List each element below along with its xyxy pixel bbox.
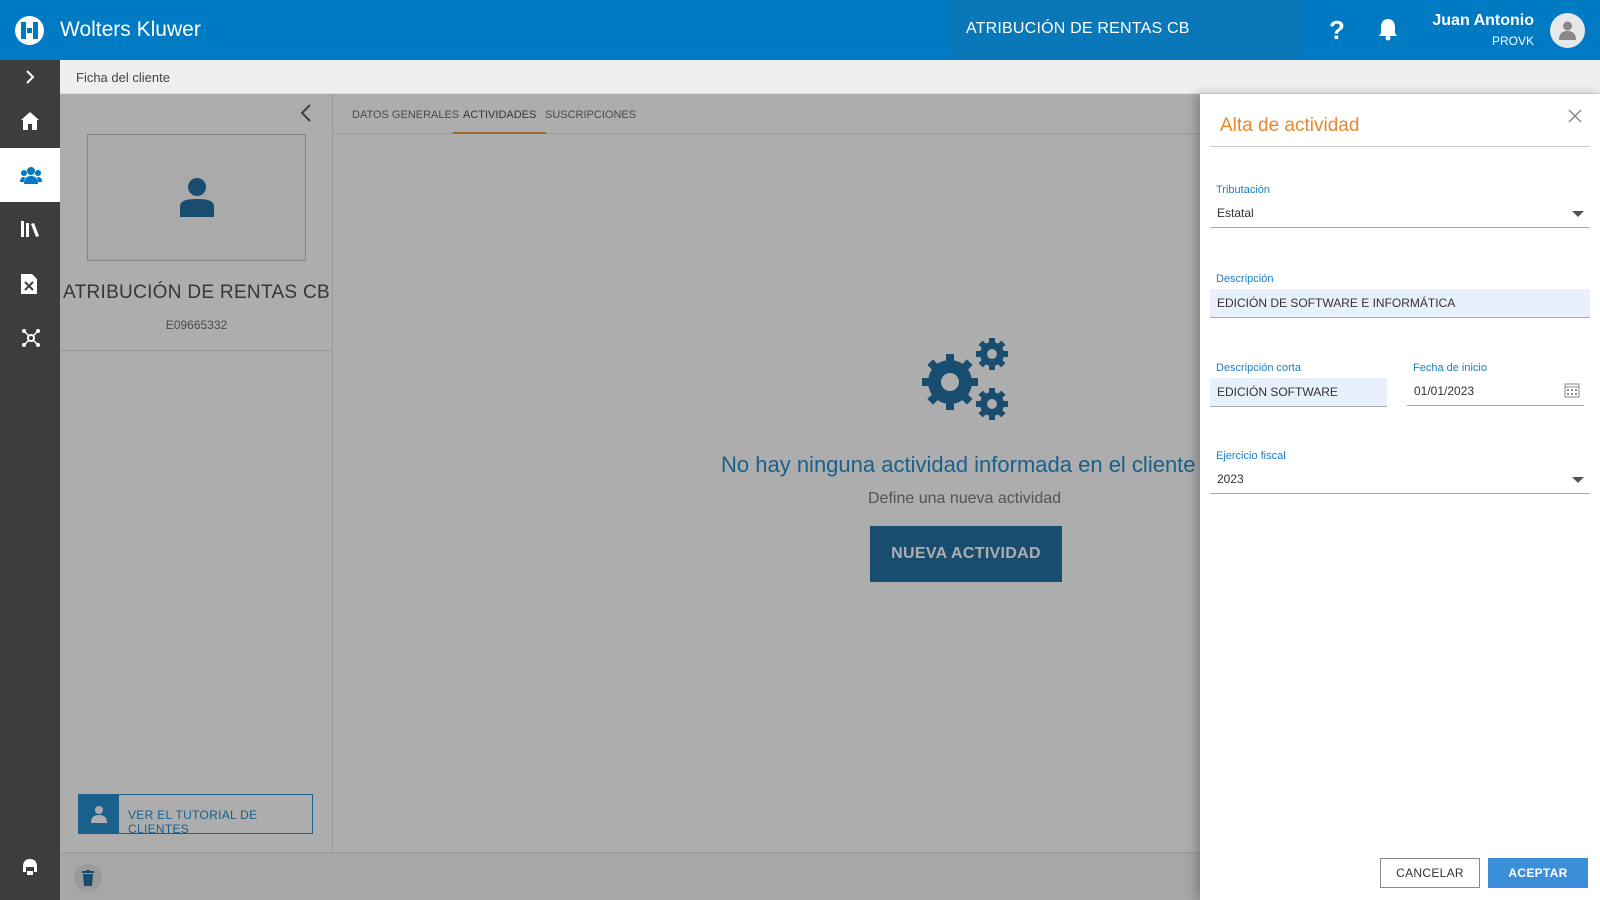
descripcion-corta-label: Descripción corta: [1216, 362, 1301, 374]
breadcrumb: Ficha del cliente: [60, 60, 1600, 94]
top-bar: Wolters Kluwer ATRIBUCIÓN DE RENTAS CB ?…: [0, 0, 1600, 60]
current-client-box: ATRIBUCIÓN DE RENTAS CB: [950, 0, 1302, 60]
new-activity-drawer: Alta de actividad Tributación Estatal De…: [1200, 94, 1600, 900]
brand-name: Wolters Kluwer: [60, 18, 201, 41]
nav-support[interactable]: [0, 840, 60, 894]
nav-library[interactable]: [0, 202, 60, 256]
drawer-title: Alta de actividad: [1220, 115, 1360, 136]
descripcion-corta-input[interactable]: EDICIÓN SOFTWARE: [1210, 378, 1387, 407]
user-avatar-icon[interactable]: [1550, 13, 1585, 48]
nav-clients[interactable]: [0, 148, 60, 202]
nav-home[interactable]: [0, 94, 60, 148]
user-code: PROVK: [1491, 34, 1534, 48]
descripcion-value: EDICIÓN DE SOFTWARE E INFORMÁTICA: [1217, 296, 1456, 310]
tributacion-value: Estatal: [1217, 206, 1254, 220]
home-icon: [21, 112, 39, 130]
excel-icon: [21, 274, 37, 294]
current-client-title: ATRIBUCIÓN DE RENTAS CB: [966, 20, 1190, 37]
fecha-inicio-value: 01/01/2023: [1414, 384, 1475, 398]
tributacion-label: Tributación: [1216, 184, 1271, 196]
ejercicio-label: Ejercicio fiscal: [1216, 450, 1286, 462]
expand-menu-button[interactable]: [0, 60, 60, 94]
ejercicio-value: 2023: [1217, 472, 1244, 486]
network-icon: [22, 329, 40, 347]
help-icon[interactable]: ?: [1322, 15, 1352, 45]
support-icon: [23, 859, 37, 875]
nav-excel[interactable]: [0, 256, 60, 310]
wolters-kluwer-logo-icon: [15, 16, 44, 45]
user-name[interactable]: Juan Antonio: [1432, 12, 1534, 30]
descripcion-corta-value: EDICIÓN SOFTWARE: [1217, 385, 1338, 399]
chevron-down-icon: [1572, 211, 1584, 217]
cancel-button[interactable]: CANCELAR: [1380, 858, 1480, 888]
descripcion-input[interactable]: EDICIÓN DE SOFTWARE E INFORMÁTICA: [1210, 289, 1590, 318]
close-icon[interactable]: [1567, 108, 1585, 126]
tributacion-select[interactable]: Estatal: [1210, 199, 1590, 228]
fecha-inicio-label: Fecha de inicio: [1413, 362, 1487, 374]
fecha-inicio-input[interactable]: 01/01/2023: [1407, 377, 1584, 406]
accept-button[interactable]: ACEPTAR: [1488, 858, 1588, 888]
ejercicio-select[interactable]: 2023: [1210, 465, 1590, 494]
breadcrumb-label[interactable]: Ficha del cliente: [76, 70, 170, 85]
left-navigation: [0, 60, 60, 900]
library-icon: [21, 221, 39, 237]
notifications-bell-icon[interactable]: [1377, 17, 1405, 45]
calendar-icon[interactable]: [1564, 382, 1580, 403]
drawer-divider: [1210, 146, 1590, 147]
users-icon: [20, 167, 42, 184]
nav-network[interactable]: [0, 310, 60, 364]
chevron-down-icon: [1572, 477, 1584, 483]
descripcion-label: Descripción: [1216, 273, 1274, 285]
